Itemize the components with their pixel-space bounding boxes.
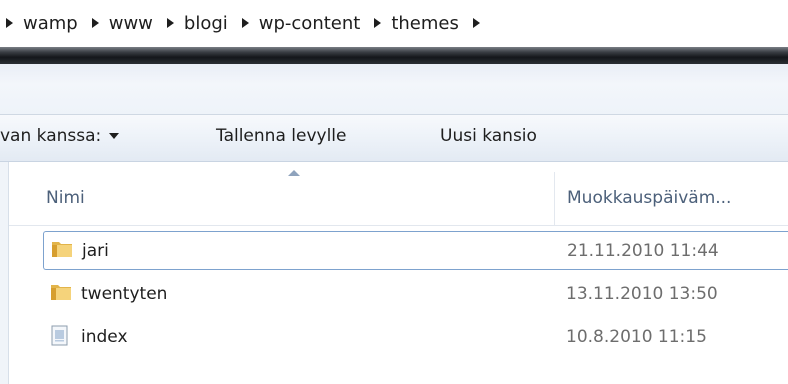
folder-icon (51, 239, 73, 264)
column-header-date-modified[interactable]: Muokkauspäiväm... (567, 188, 731, 208)
column-header-row: Nimi Muokkauspäiväm... (9, 162, 788, 226)
file-icon (50, 325, 70, 352)
breadcrumb-item-themes[interactable]: themes (360, 13, 490, 34)
chevron-right-icon[interactable] (472, 18, 480, 28)
chevron-right-icon[interactable] (91, 18, 99, 28)
breadcrumb-item-www[interactable]: www (78, 13, 153, 34)
sort-ascending-icon (288, 170, 300, 176)
breadcrumb-item-wp-content[interactable]: wp-content (228, 13, 360, 34)
breadcrumb-item-blogi[interactable]: blogi (153, 13, 228, 34)
folder-icon (50, 282, 72, 307)
file-name: index (81, 327, 128, 347)
column-header-name[interactable]: Nimi (46, 188, 85, 208)
file-row-index[interactable]: index 10.8.2010 11:15 (9, 317, 788, 357)
file-name: jari (82, 241, 109, 261)
new-folder-button[interactable]: Uusi kansio (440, 126, 537, 146)
breadcrumb-item-wamp[interactable]: wamp (0, 13, 78, 34)
command-bar: van kanssa: Tallenna levylle Uusi kansio (0, 115, 788, 162)
file-date: 21.11.2010 11:44 (567, 241, 719, 261)
breadcrumb: wamp www blogi wp-content themes (0, 0, 788, 46)
chevron-right-icon[interactable] (374, 18, 382, 28)
column-divider[interactable] (554, 172, 555, 225)
share-with-button[interactable]: van kanssa: (0, 126, 120, 146)
file-row-twentyten[interactable]: twentyten 13.11.2010 13:50 (9, 274, 788, 314)
chevron-right-icon[interactable] (241, 18, 249, 28)
file-name: twentyten (81, 284, 168, 304)
save-to-disk-button[interactable]: Tallenna levylle (216, 126, 346, 146)
window-frame-band (0, 47, 788, 64)
file-list: jari 21.11.2010 11:44 twentyten 13.11.20… (9, 231, 788, 357)
file-date: 10.8.2010 11:15 (566, 327, 707, 347)
chevron-down-icon[interactable] (109, 133, 120, 139)
chevron-right-icon[interactable] (166, 18, 174, 28)
file-date: 13.11.2010 13:50 (566, 284, 718, 304)
file-row-jari[interactable]: jari 21.11.2010 11:44 (43, 231, 788, 270)
navigation-pane-edge[interactable] (0, 162, 9, 384)
chevron-right-icon[interactable] (6, 18, 13, 28)
menu-strip (0, 64, 788, 115)
